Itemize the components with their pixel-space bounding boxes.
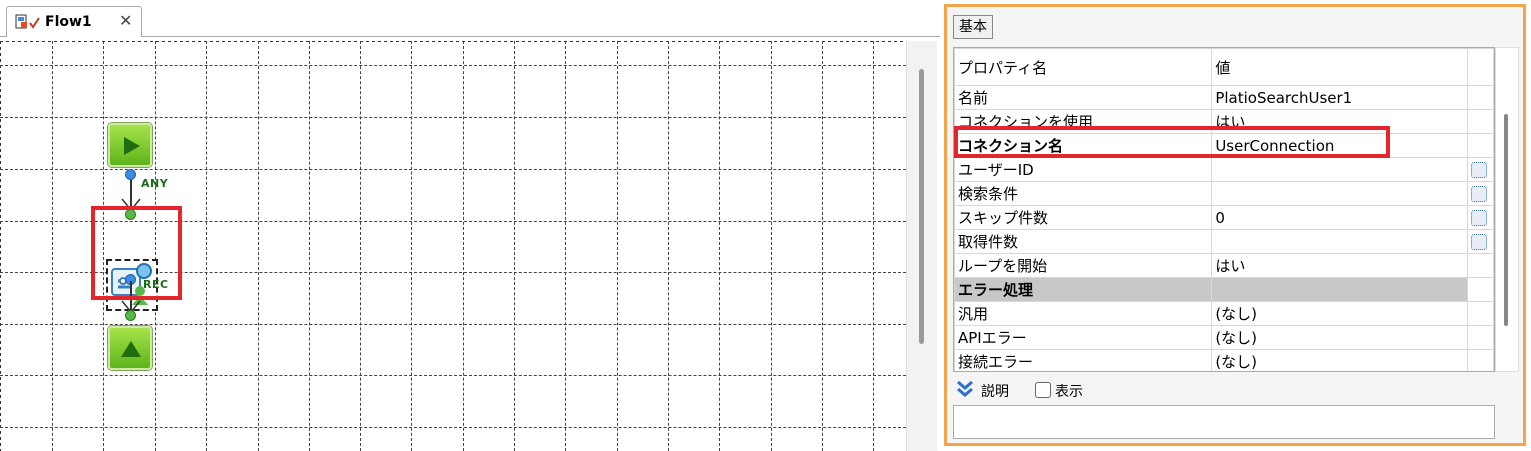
port-label-any: ANY [141,177,169,190]
grid-line [360,41,361,451]
table-row[interactable]: ループを開始 はい [954,253,1494,278]
close-icon[interactable]: ✕ [119,11,132,30]
grid-line [309,41,310,451]
property-value[interactable] [1211,229,1468,254]
edit-dialog-button[interactable] [1470,162,1487,178]
grid-line [719,41,720,451]
grid-line [206,41,207,451]
property-value[interactable]: はい [1211,253,1468,278]
property-name: スキップ件数 [954,205,1213,230]
grid-line [411,41,412,451]
header-spacer [1466,48,1494,86]
header-value: 値 [1211,48,1468,86]
play-icon [124,137,140,155]
grid-line [668,41,669,451]
table-row[interactable]: スキップ件数 0 [954,205,1494,230]
property-name: 接続エラー [954,349,1213,371]
grid-line [565,41,566,451]
double-chevron-down-icon[interactable] [955,380,975,398]
property-value[interactable]: (なし) [1211,325,1468,350]
grid-line [514,41,515,451]
tab-flow1[interactable]: Flow1 ✕ [6,6,142,37]
scrollbar-thumb[interactable] [919,69,924,344]
row-button-cell [1466,181,1494,206]
description-text-area[interactable] [953,405,1495,439]
table-row[interactable]: 検索条件 [954,181,1494,206]
row-button-cell [1466,277,1494,302]
canvas-scrollbar[interactable] [906,41,937,451]
row-button-cell [1466,253,1494,278]
output-port[interactable] [125,169,136,180]
row-button-cell [1466,301,1494,326]
property-value[interactable]: PlatioSearchUser1 [1211,85,1468,110]
table-row[interactable]: 名前 PlatioSearchUser1 [954,85,1494,110]
show-label: 表示 [1055,384,1083,400]
grid-line [463,41,464,451]
grid-line [822,41,823,451]
tab-basic[interactable]: 基本 [953,15,993,39]
grid-line [52,41,53,451]
table-row[interactable]: ユーザーID [954,157,1494,182]
highlight-box-node [91,206,182,300]
description-bar: 説明 表示 [953,377,1493,405]
table-row[interactable]: 接続エラー (なし) [954,349,1494,371]
table-row[interactable]: APIエラー (なし) [954,325,1494,350]
edit-dialog-button[interactable] [1470,210,1487,226]
row-button-cell [1466,85,1494,110]
property-name: APIエラー [954,325,1213,350]
property-value[interactable]: (なし) [1211,349,1468,371]
section-header-row[interactable]: エラー処理 [954,277,1494,302]
property-value[interactable] [1211,181,1468,206]
tab-label: Flow1 [45,14,92,30]
grid-line [873,41,874,451]
triangle-up-icon [121,341,141,357]
flow-editor: Flow1 ✕ ANY REC [0,0,940,451]
start-node[interactable] [108,123,152,167]
property-value[interactable] [1211,157,1468,182]
section-title: エラー処理 [954,277,1213,302]
row-button-cell [1466,349,1494,371]
property-name: 汎用 [954,301,1213,326]
property-table: プロパティ名 値 名前 PlatioSearchUser1 コネクションを使用 … [953,47,1495,372]
table-header: プロパティ名 値 [954,48,1494,86]
property-name: 取得件数 [954,229,1213,254]
edit-dialog-button[interactable] [1470,234,1487,250]
scrollbar-thumb[interactable] [1504,114,1508,326]
highlight-box-connection-name [954,126,1390,158]
end-node[interactable] [108,326,152,370]
property-name: ユーザーID [954,157,1213,182]
section-value [1211,277,1468,302]
properties-panel: 基本 プロパティ名 値 名前 PlatioSearchUser1 コネクションを… [944,4,1526,446]
editor-tab-bar: Flow1 ✕ [0,0,940,37]
edit-dialog-button[interactable] [1470,186,1487,202]
row-button-cell [1466,109,1494,134]
grid-line [771,41,772,451]
property-scrollbar[interactable] [1495,47,1519,372]
table-row[interactable]: 汎用 (なし) [954,301,1494,326]
flow-file-icon [15,14,41,32]
property-name: ループを開始 [954,253,1213,278]
grid-line [617,41,618,451]
property-name: 名前 [954,85,1213,110]
row-button-cell [1466,229,1494,254]
input-port[interactable] [125,310,136,321]
description-label: 説明 [981,384,1009,400]
row-button-cell [1466,157,1494,182]
table-row[interactable]: 取得件数 [954,229,1494,254]
row-button-cell [1466,205,1494,230]
property-value[interactable]: 0 [1211,205,1468,230]
row-button-cell [1466,325,1494,350]
header-property-name: プロパティ名 [954,48,1213,86]
property-value[interactable]: (なし) [1211,301,1468,326]
property-name: 検索条件 [954,181,1213,206]
row-button-cell [1466,133,1494,158]
show-checkbox[interactable] [1035,382,1051,398]
grid-line [258,41,259,451]
